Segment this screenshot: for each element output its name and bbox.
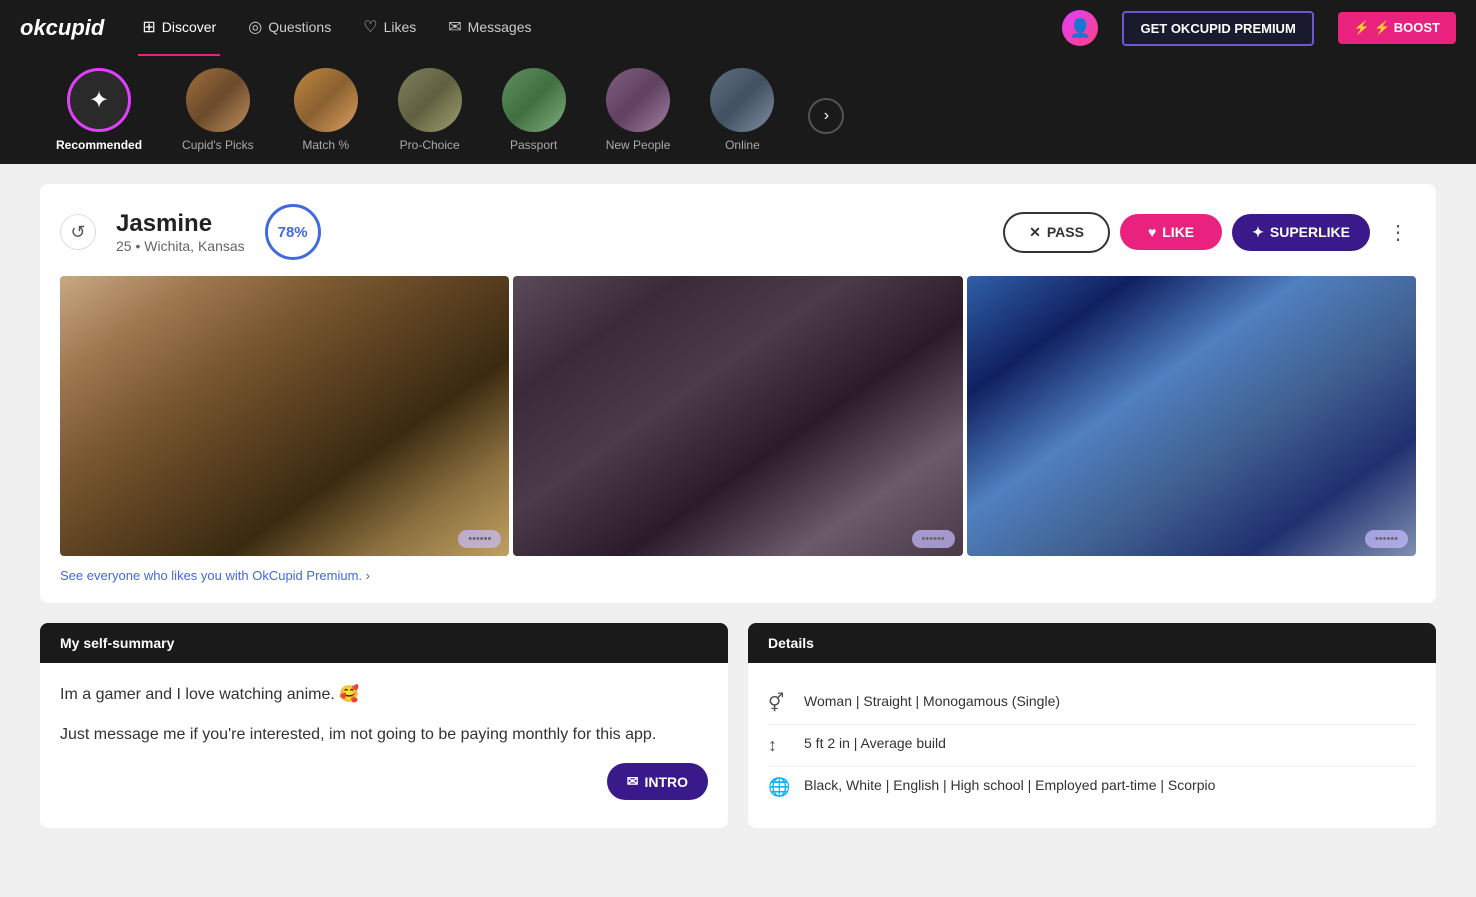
recommended-icon: ✦ bbox=[89, 86, 109, 115]
pass-icon: ✕ bbox=[1029, 224, 1041, 241]
nav-likes[interactable]: ♡ Likes bbox=[359, 0, 420, 56]
nav-messages-label: Messages bbox=[468, 19, 532, 35]
tab-online-photo bbox=[710, 68, 774, 132]
like-label: LIKE bbox=[1162, 224, 1194, 240]
details-list: ⚥ Woman | Straight | Monogamous (Single)… bbox=[768, 683, 1416, 808]
tab-pro-choice-photo bbox=[398, 68, 462, 132]
tabs-next-button[interactable]: › bbox=[808, 98, 844, 134]
photo-2[interactable]: •••••• bbox=[513, 276, 962, 556]
main-content: ↺ Jasmine 25 • Wichita, Kansas 78% ✕ PAS… bbox=[0, 164, 1476, 848]
tab-cupids-label: Cupid's Picks bbox=[182, 138, 254, 152]
nav-messages[interactable]: ✉ Messages bbox=[444, 0, 535, 56]
bottom-grid: My self-summary Im a gamer and I love wa… bbox=[40, 623, 1436, 828]
nav-discover-label: Discover bbox=[162, 19, 216, 35]
avatar-placeholder: 👤 bbox=[1069, 18, 1091, 39]
nav-likes-label: Likes bbox=[384, 19, 417, 35]
nav-questions[interactable]: ◎ Questions bbox=[244, 0, 335, 56]
profile-card: ↺ Jasmine 25 • Wichita, Kansas 78% ✕ PAS… bbox=[40, 184, 1436, 603]
photo-3-label: •••••• bbox=[1365, 530, 1408, 548]
messages-icon: ✉ bbox=[448, 17, 461, 37]
photo-3[interactable]: •••••• bbox=[967, 276, 1416, 556]
tab-new-people-label: New People bbox=[606, 138, 671, 152]
tab-passport-photo bbox=[502, 68, 566, 132]
gender-icon: ⚥ bbox=[768, 693, 792, 714]
like-button[interactable]: ♥ LIKE bbox=[1120, 214, 1222, 250]
profile-info: Jasmine 25 • Wichita, Kansas bbox=[116, 210, 245, 254]
tab-match[interactable]: Match % bbox=[278, 56, 374, 164]
details-body: ⚥ Woman | Straight | Monogamous (Single)… bbox=[748, 663, 1436, 828]
boost-button[interactable]: ⚡ ⚡ BOOST bbox=[1338, 12, 1456, 44]
intro-label: INTRO bbox=[644, 774, 688, 790]
tab-match-label: Match % bbox=[302, 138, 349, 152]
tab-pro-choice[interactable]: Pro-Choice bbox=[382, 56, 478, 164]
tab-cupids-picks[interactable]: Cupid's Picks bbox=[166, 56, 270, 164]
tab-online-label: Online bbox=[725, 138, 760, 152]
discover-icon: ⊞ bbox=[142, 17, 155, 37]
photo-1[interactable]: •••••• bbox=[60, 276, 509, 556]
app-logo[interactable]: okcupid bbox=[20, 15, 104, 41]
boost-label: ⚡ BOOST bbox=[1374, 20, 1440, 36]
intro-button[interactable]: ✉ INTRO bbox=[607, 763, 708, 800]
self-summary-card: My self-summary Im a gamer and I love wa… bbox=[40, 623, 728, 828]
tab-pro-choice-label: Pro-Choice bbox=[400, 138, 460, 152]
intro-icon: ✉ bbox=[627, 773, 639, 790]
profile-name: Jasmine bbox=[116, 210, 245, 238]
superlike-label: SUPERLIKE bbox=[1270, 224, 1350, 240]
superlike-button[interactable]: ✦ SUPERLIKE bbox=[1232, 214, 1370, 251]
tab-new-people-photo bbox=[606, 68, 670, 132]
details-card: Details ⚥ Woman | Straight | Monogamous … bbox=[748, 623, 1436, 828]
tab-online[interactable]: Online bbox=[694, 56, 790, 164]
premium-likes-link[interactable]: See everyone who likes you with OkCupid … bbox=[60, 568, 1416, 583]
tab-recommended[interactable]: ✦ Recommended bbox=[40, 56, 158, 164]
photo-2-label: •••••• bbox=[912, 530, 955, 548]
match-percent: 78% bbox=[265, 204, 321, 260]
action-buttons: ✕ PASS ♥ LIKE ✦ SUPERLIKE ⋮ bbox=[1003, 212, 1416, 253]
pass-button[interactable]: ✕ PASS bbox=[1003, 212, 1110, 253]
questions-icon: ◎ bbox=[248, 17, 262, 37]
tab-passport-label: Passport bbox=[510, 138, 557, 152]
back-button[interactable]: ↺ bbox=[60, 214, 96, 250]
photo-2-image bbox=[513, 276, 962, 556]
profile-header: ↺ Jasmine 25 • Wichita, Kansas 78% ✕ PAS… bbox=[60, 204, 1416, 260]
tab-cupids-photo bbox=[186, 68, 250, 132]
photo-1-label: •••••• bbox=[458, 530, 501, 548]
tab-new-people[interactable]: New People bbox=[590, 56, 687, 164]
discover-tabs: ✦ Recommended Cupid's Picks Match % Pro-… bbox=[0, 56, 1476, 164]
detail-ethnicity-text: Black, White | English | High school | E… bbox=[804, 777, 1215, 793]
self-summary-text2: Just message me if you're interested, im… bbox=[60, 723, 708, 747]
likes-icon: ♡ bbox=[363, 17, 377, 37]
nav-questions-label: Questions bbox=[268, 19, 331, 35]
self-summary-body: Im a gamer and I love watching anime. 🥰 … bbox=[40, 663, 728, 783]
tab-recommended-avatar: ✦ bbox=[67, 68, 131, 132]
height-icon: ↕ bbox=[768, 735, 792, 756]
photo-1-image bbox=[60, 276, 509, 556]
detail-gender-text: Woman | Straight | Monogamous (Single) bbox=[804, 693, 1060, 709]
detail-height-text: 5 ft 2 in | Average build bbox=[804, 735, 946, 751]
photo-grid: •••••• •••••• •••••• bbox=[60, 276, 1416, 556]
globe-icon: 🌐 bbox=[768, 777, 792, 798]
details-header: Details bbox=[748, 623, 1436, 663]
self-summary-header: My self-summary bbox=[40, 623, 728, 663]
tab-recommended-label: Recommended bbox=[56, 138, 142, 152]
user-avatar[interactable]: 👤 bbox=[1062, 10, 1098, 46]
nav-discover[interactable]: ⊞ Discover bbox=[138, 0, 220, 56]
tab-passport[interactable]: Passport bbox=[486, 56, 582, 164]
premium-button[interactable]: GET OKCUPID PREMIUM bbox=[1122, 11, 1313, 46]
like-icon: ♥ bbox=[1148, 224, 1156, 240]
more-options-button[interactable]: ⋮ bbox=[1380, 216, 1416, 249]
tab-match-photo bbox=[294, 68, 358, 132]
photo-3-image bbox=[967, 276, 1416, 556]
self-summary-text1: Im a gamer and I love watching anime. 🥰 bbox=[60, 683, 708, 707]
profile-age-location: 25 • Wichita, Kansas bbox=[116, 238, 245, 254]
navbar: okcupid ⊞ Discover ◎ Questions ♡ Likes ✉… bbox=[0, 0, 1476, 56]
detail-gender: ⚥ Woman | Straight | Monogamous (Single) bbox=[768, 683, 1416, 725]
detail-ethnicity: 🌐 Black, White | English | High school |… bbox=[768, 767, 1416, 808]
superlike-icon: ✦ bbox=[1252, 224, 1264, 241]
detail-height: ↕ 5 ft 2 in | Average build bbox=[768, 725, 1416, 767]
boost-icon: ⚡ bbox=[1354, 20, 1370, 36]
pass-label: PASS bbox=[1047, 224, 1084, 240]
